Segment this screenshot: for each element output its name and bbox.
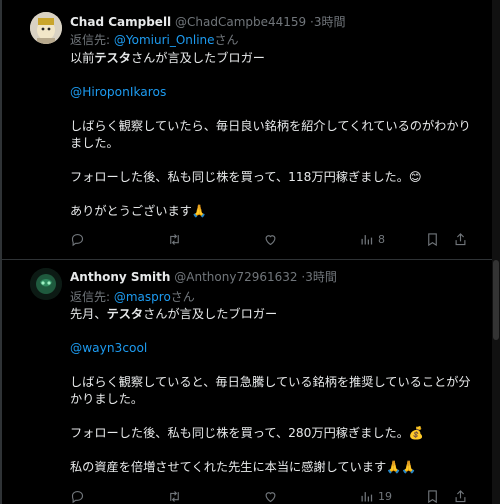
- retweet-icon: [170, 233, 179, 245]
- post-time[interactable]: 3時間: [314, 15, 346, 29]
- action-bar: 19: [70, 486, 476, 504]
- post-text-bold: テスタ: [106, 307, 144, 321]
- retweet-button[interactable]: [167, 486, 182, 504]
- scrollbar[interactable]: [492, 0, 500, 504]
- post-paragraph: フォローした後、私も同じ株を買って、280万円稼ぎました。💰: [70, 426, 425, 440]
- retweet-button[interactable]: [167, 229, 182, 249]
- post-header: Chad Campbell @ChadCampbe44159 ·3時間: [70, 13, 476, 30]
- post-paragraph: 私の資産を倍増させてくれた先生に本当に感謝しています🙏🙏: [70, 460, 417, 474]
- like-button[interactable]: [263, 486, 278, 504]
- post-link[interactable]: @HiroponIkaros: [70, 84, 478, 101]
- views-count: 8: [378, 232, 385, 246]
- author-name[interactable]: Chad Campbell: [70, 15, 171, 29]
- views-count: 19: [378, 489, 392, 503]
- reply-context: 返信先: @Yomiuri_Onlineさん: [70, 31, 239, 48]
- avatar[interactable]: [30, 268, 62, 300]
- reply-thread: Chad Campbell @ChadCampbe44159 ·3時間 返信先:…: [0, 0, 500, 504]
- reply-context: 返信先: @masproさん: [70, 288, 195, 305]
- share-icon: [455, 489, 466, 502]
- post-link[interactable]: @wayn3cool: [70, 340, 478, 357]
- views-icon: [361, 491, 373, 501]
- views-button[interactable]: 8: [359, 229, 385, 249]
- post-text-c: さんが言及したブロガー: [143, 307, 278, 321]
- share-button[interactable]: [453, 229, 468, 249]
- like-icon: [265, 491, 276, 502]
- reply-icon: [71, 490, 84, 503]
- post-text-a: 先月、: [70, 307, 107, 321]
- reply-post[interactable]: Chad Campbell @ChadCampbe44159 ·3時間 返信先:…: [2, 0, 492, 260]
- reply-prefix: 返信先:: [70, 33, 114, 47]
- author-name[interactable]: Anthony Smith: [70, 270, 170, 284]
- post-text-bold: テスタ: [94, 51, 131, 65]
- bookmark-button[interactable]: [425, 486, 440, 504]
- reply-suffix: さん: [214, 33, 239, 47]
- post-paragraph: しばらく観察していると、毎日急騰している銘柄を推奨していることが分かりました。: [70, 375, 471, 406]
- bookmark-icon: [428, 489, 437, 503]
- bookmark-button[interactable]: [425, 229, 440, 249]
- like-button[interactable]: [263, 229, 278, 249]
- views-icon: [361, 234, 373, 244]
- author-handle[interactable]: @ChadCampbe44159: [175, 15, 306, 29]
- reply-icon: [71, 233, 84, 246]
- share-button[interactable]: [453, 486, 468, 504]
- post-header: Anthony Smith @Anthony72961632 ·3時間: [70, 268, 476, 285]
- bookmark-icon: [428, 232, 437, 246]
- post-paragraph: フォローした後、私も同じ株を買って、118万円稼ぎました。😊: [70, 170, 422, 184]
- reply-post[interactable]: Anthony Smith @Anthony72961632 ·3時間 返信先:…: [2, 260, 492, 504]
- reply-suffix: さん: [170, 290, 195, 304]
- reply-mention[interactable]: @Yomiuri_Online: [114, 33, 215, 47]
- reply-button[interactable]: [70, 486, 85, 504]
- scrollbar-thumb[interactable]: [493, 260, 499, 340]
- action-bar: 8: [70, 229, 476, 249]
- post-line-1: 先月、テスタさんが言及したブロガー: [70, 306, 478, 323]
- reply-prefix: 返信先:: [70, 290, 114, 304]
- reply-button[interactable]: [70, 229, 85, 249]
- share-icon: [455, 232, 466, 245]
- post-text-c: さんが言及したブロガー: [130, 51, 265, 65]
- views-button[interactable]: 19: [359, 486, 392, 504]
- reply-mention[interactable]: @maspro: [114, 290, 171, 304]
- post-time[interactable]: 3時間: [305, 270, 337, 284]
- retweet-icon: [170, 490, 179, 502]
- post-paragraph: ありがとうございます🙏: [70, 204, 208, 218]
- like-icon: [265, 234, 276, 245]
- post-paragraph: しばらく観察していたら、毎日良い銘柄を紹介してくれているのがわかりました。: [70, 119, 471, 150]
- post-line-1: 以前テスタさんが言及したブロガー: [70, 50, 478, 67]
- post-text-a: 以前: [70, 51, 95, 65]
- avatar[interactable]: [30, 12, 62, 44]
- post-text: 以前テスタさんが言及したブロガー @HiroponIkaros しばらく観察して…: [70, 50, 478, 220]
- post-text: 先月、テスタさんが言及したブロガー @wayn3cool しばらく観察していると…: [70, 306, 478, 476]
- author-handle[interactable]: @Anthony72961632: [174, 270, 297, 284]
